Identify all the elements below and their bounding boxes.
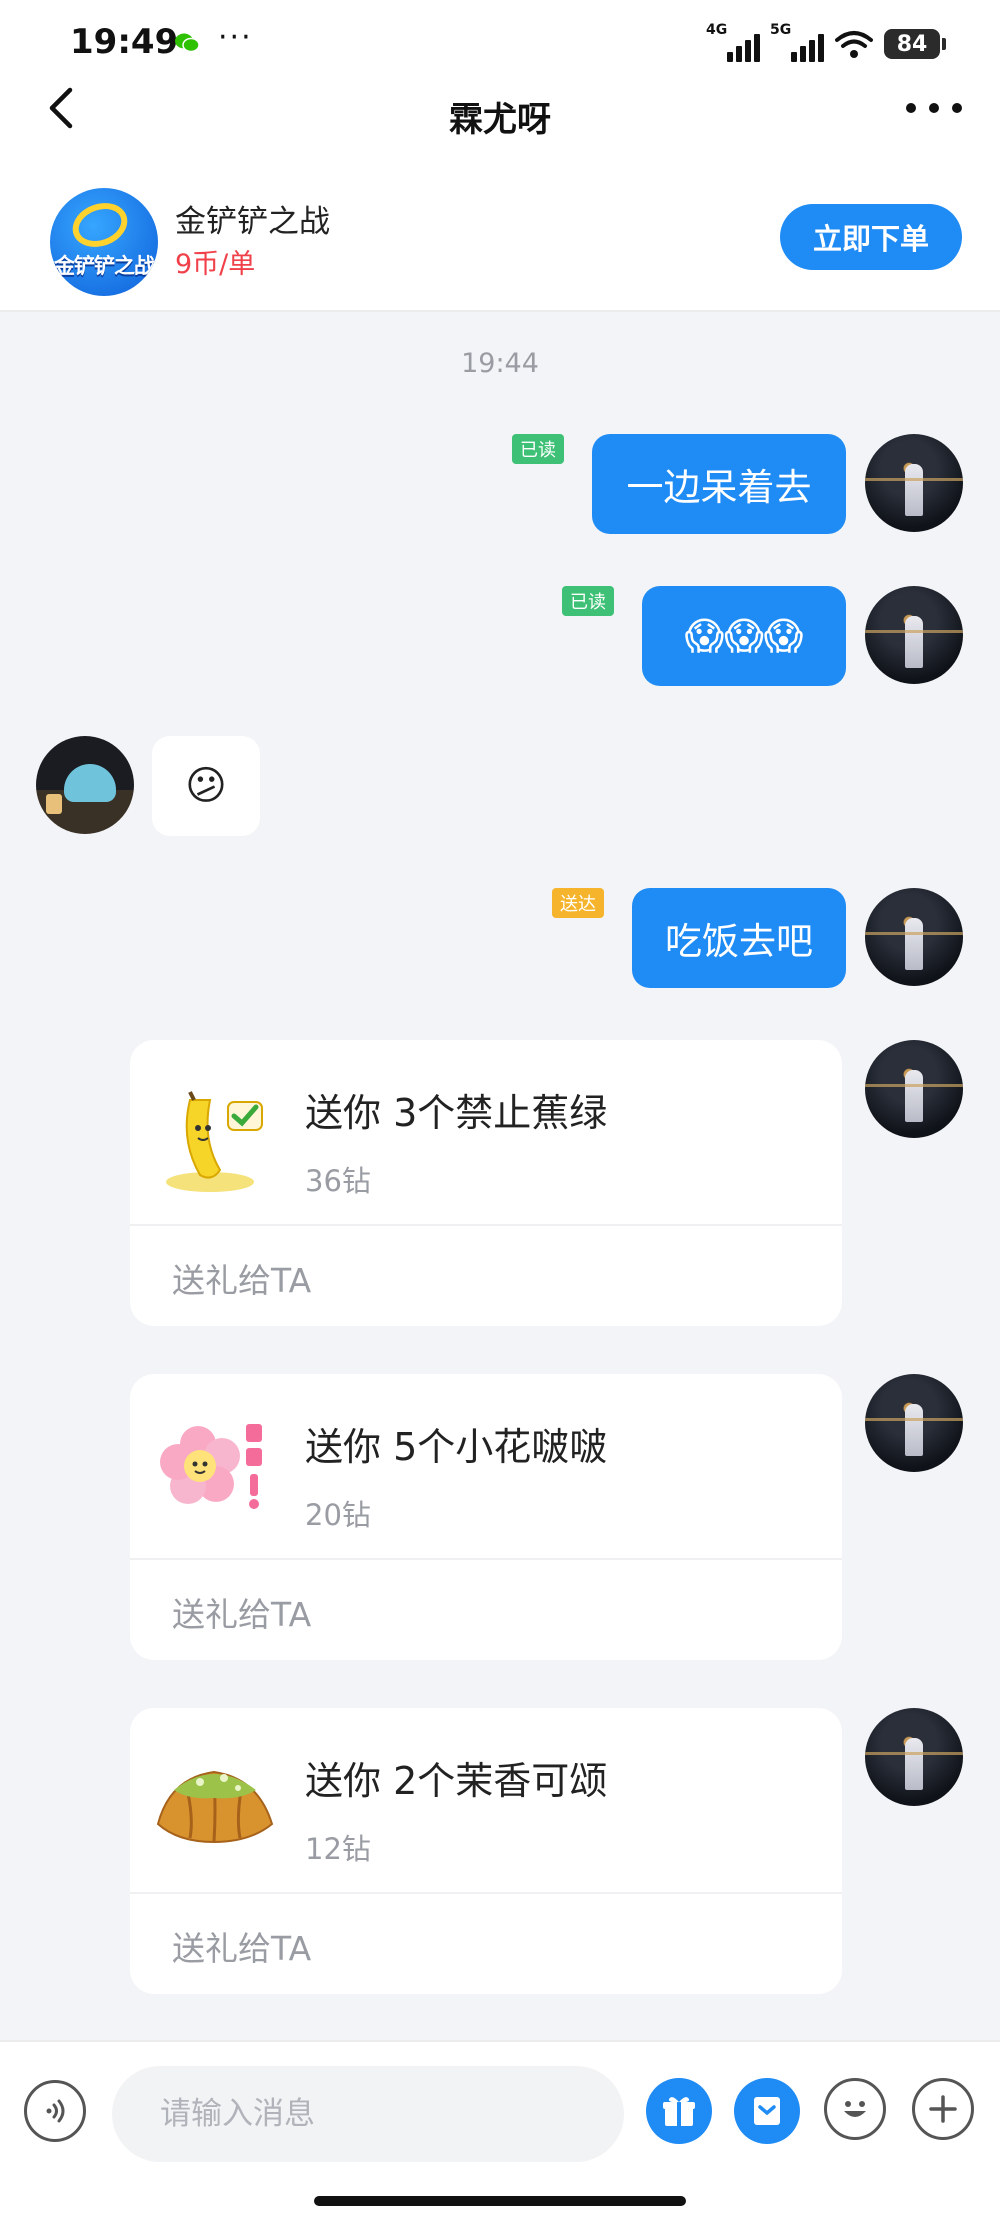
avatar[interactable]: [865, 1374, 963, 1472]
send-gift-button[interactable]: 送礼给TA: [172, 1588, 311, 1636]
sim1-label: 4G: [706, 22, 728, 38]
service-price: 9币/单: [175, 249, 256, 280]
page-title: 霖尤呀: [449, 100, 551, 140]
send-gift-button[interactable]: 送礼给TA: [172, 1254, 311, 1302]
divider: [130, 1892, 842, 1894]
signal-icon: 5G: [770, 22, 824, 62]
flower-gift-icon: [160, 1424, 262, 1509]
service-bar: 金铲铲之战 金铲铲之战 9币/单 立即下单: [0, 170, 1000, 312]
read-status-badge: 已读: [562, 586, 614, 616]
status-more-dots: ···: [218, 20, 253, 55]
status-bar: 19:49 ··· 4G 5G 84: [0, 0, 1000, 88]
game-logo-text: 金铲铲之战: [54, 254, 155, 278]
gift-price: 20钻: [305, 1498, 371, 1532]
gift-title: 送你 3个禁止蕉绿: [305, 1091, 608, 1135]
message-bubble-me[interactable]: 吃饭去吧: [632, 888, 846, 988]
coupon-icon[interactable]: [734, 2078, 800, 2144]
message-bubble-me[interactable]: 😱😱😱: [642, 586, 846, 686]
gift-card[interactable]: 送你 5个小花啵啵 20钻 送礼给TA: [130, 1374, 842, 1660]
avatar[interactable]: [865, 434, 963, 532]
plus-icon[interactable]: [912, 2078, 974, 2140]
divider: [130, 1224, 842, 1226]
gift-title: 送你 5个小花啵啵: [305, 1425, 608, 1469]
avatar[interactable]: [865, 586, 963, 684]
gift-price: 36钻: [305, 1164, 371, 1198]
wechat-icon: [175, 33, 200, 53]
gift-card[interactable]: 送你 2个茉香可颂 12钻 送礼给TA: [130, 1708, 842, 1994]
more-dots-icon[interactable]: [906, 86, 962, 130]
avatar[interactable]: [865, 1708, 963, 1806]
message-bubble-me[interactable]: 一边呆着去: [592, 434, 846, 534]
signal-icon: 4G: [706, 22, 760, 62]
banana-gift-icon: [166, 1091, 263, 1192]
sim2-label: 5G: [770, 22, 792, 38]
chat-area[interactable]: 19:44 已读 一边呆着去 已读 😱😱😱 😕 送达 吃饭去吧 送你 3个禁止蕉…: [0, 312, 1000, 2038]
message-bubble-other[interactable]: 😕: [152, 736, 260, 836]
avatar[interactable]: [865, 888, 963, 986]
send-gift-button[interactable]: 送礼给TA: [172, 1922, 311, 1970]
message-input[interactable]: [112, 2066, 624, 2162]
message-timestamp: 19:44: [461, 348, 539, 379]
gift-price: 12钻: [305, 1832, 371, 1866]
emoji-icon[interactable]: [824, 2078, 886, 2140]
croissant-gift-icon: [156, 1770, 274, 1844]
game-logo[interactable]: 金铲铲之战: [50, 188, 158, 296]
gift-card[interactable]: 送你 3个禁止蕉绿 36钻 送礼给TA: [130, 1040, 842, 1326]
avatar-other[interactable]: [36, 736, 134, 834]
service-name: 金铲铲之战: [175, 204, 330, 240]
home-indicator[interactable]: [314, 2196, 686, 2206]
sent-status-badge: 送达: [552, 888, 604, 918]
avatar[interactable]: [865, 1040, 963, 1138]
battery-icon: 84: [884, 29, 946, 59]
read-status-badge: 已读: [512, 434, 564, 464]
gift-icon[interactable]: [646, 2078, 712, 2144]
gift-title: 送你 2个茉香可颂: [305, 1759, 608, 1803]
voice-icon[interactable]: [24, 2080, 86, 2142]
divider: [130, 1558, 842, 1560]
order-now-button[interactable]: 立即下单: [780, 204, 962, 270]
wifi-icon: [835, 31, 873, 58]
status-time: 19:49: [70, 22, 179, 62]
